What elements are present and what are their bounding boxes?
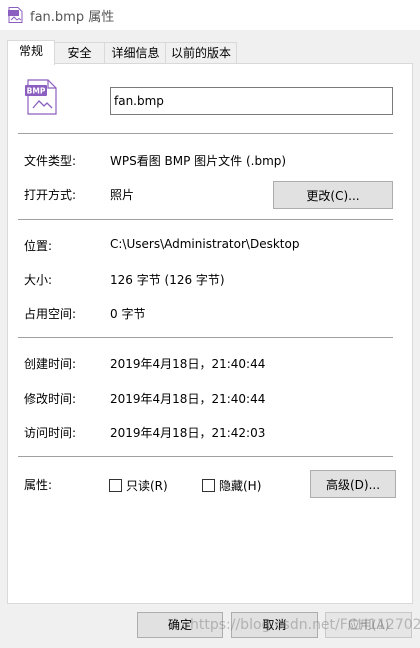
properties-dialog: fan.bmp 属性 常规 安全 详细信息 以前的版本 BMP 文件类型: WP… [0, 0, 420, 648]
accessed-value: 2019年4月18日，21:42:03 [110, 426, 266, 440]
size-label: 大小: [24, 273, 53, 287]
apply-button[interactable]: 应用(A) [325, 612, 412, 638]
hidden-checkbox-box[interactable] [202, 479, 215, 492]
ok-button[interactable]: 确定 [137, 612, 223, 638]
tab-general[interactable]: 常规 [7, 40, 55, 65]
location-label: 位置: [24, 239, 53, 253]
tab-security[interactable]: 安全 [53, 42, 106, 64]
size-on-disk-label: 占用空间: [24, 307, 77, 321]
window-title: fan.bmp 属性 [30, 10, 115, 25]
title-bar[interactable]: fan.bmp 属性 [0, 0, 420, 30]
attributes-label: 属性: [24, 478, 53, 492]
hidden-checkbox-label: 隐藏(H) [219, 479, 262, 493]
bmp-file-large-icon: BMP [25, 79, 57, 115]
filename-input[interactable] [110, 87, 393, 115]
size-on-disk-value: 0 字节 [110, 307, 146, 321]
accessed-label: 访问时间: [24, 426, 77, 440]
tab-details[interactable]: 详细信息 [104, 42, 167, 64]
separator [18, 337, 393, 338]
location-value: C:\Users\Administrator\Desktop [110, 237, 300, 251]
general-tab-panel: BMP 文件类型: WPS看图 BMP 图片文件 (.bmp) 打开方式: 照片… [7, 63, 413, 604]
cancel-button[interactable]: 取消 [231, 612, 318, 638]
readonly-checkbox[interactable]: 只读(R) [109, 477, 168, 494]
tab-previous-versions[interactable]: 以前的版本 [165, 42, 237, 64]
separator [18, 133, 393, 134]
size-value: 126 字节 (126 字节) [110, 273, 225, 287]
created-label: 创建时间: [24, 357, 77, 371]
change-button[interactable]: 更改(C)... [273, 181, 393, 209]
readonly-checkbox-box[interactable] [109, 479, 122, 492]
readonly-checkbox-label: 只读(R) [126, 479, 168, 493]
modified-label: 修改时间: [24, 392, 77, 406]
advanced-button[interactable]: 高级(D)... [310, 470, 396, 498]
open-with-label: 打开方式: [24, 188, 77, 202]
bmp-file-icon [8, 7, 23, 23]
modified-value: 2019年4月18日，21:40:44 [110, 392, 266, 406]
open-with-value: 照片 [110, 188, 135, 202]
file-icon-text: BMP [27, 87, 46, 96]
separator [18, 456, 393, 457]
created-value: 2019年4月18日，21:40:44 [110, 357, 266, 371]
hidden-checkbox[interactable]: 隐藏(H) [202, 477, 261, 494]
file-type-value: WPS看图 BMP 图片文件 (.bmp) [110, 154, 287, 168]
separator [18, 219, 393, 220]
file-type-label: 文件类型: [24, 154, 77, 168]
